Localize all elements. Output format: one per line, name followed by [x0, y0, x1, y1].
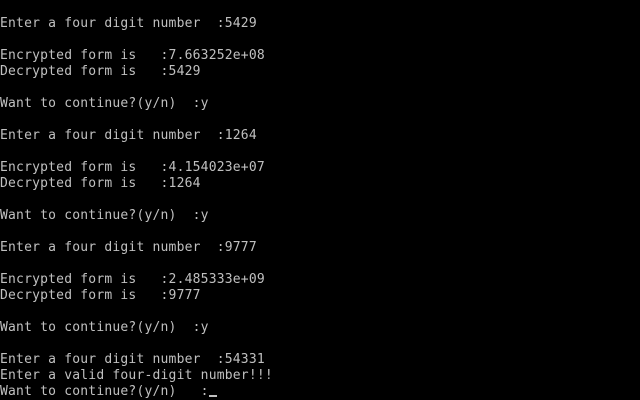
encrypted-output: Encrypted form is :2.485333e+09	[0, 272, 265, 287]
decrypted-output: Decrypted form is :5429	[0, 64, 201, 79]
number-prompt: Enter a four digit number :9777	[0, 240, 257, 255]
number-prompt: Enter a four digit number :54331	[0, 352, 265, 367]
continue-prompt: Want to continue?(y/n) :y	[0, 208, 209, 223]
number-prompt: Enter a four digit number :1264	[0, 128, 257, 143]
continue-input-line[interactable]: Want to continue?(y/n) :	[0, 384, 640, 400]
console-window[interactable]: Enter a four digit number :5429 Encrypte…	[0, 0, 640, 400]
encrypted-output: Encrypted form is :7.663252e+08	[0, 48, 265, 63]
decrypted-output: Decrypted form is :1264	[0, 176, 201, 191]
continue-prompt: Want to continue?(y/n) :y	[0, 96, 209, 111]
error-message: Enter a valid four-digit number!!!	[0, 368, 273, 383]
text-cursor	[208, 395, 217, 397]
decrypted-output: Decrypted form is :9777	[0, 288, 201, 303]
number-prompt: Enter a four digit number :5429	[0, 16, 257, 31]
encrypted-output: Encrypted form is :4.154023e+07	[0, 160, 265, 175]
continue-prompt: Want to continue?(y/n) :	[0, 384, 209, 399]
continue-prompt: Want to continue?(y/n) :y	[0, 320, 209, 335]
